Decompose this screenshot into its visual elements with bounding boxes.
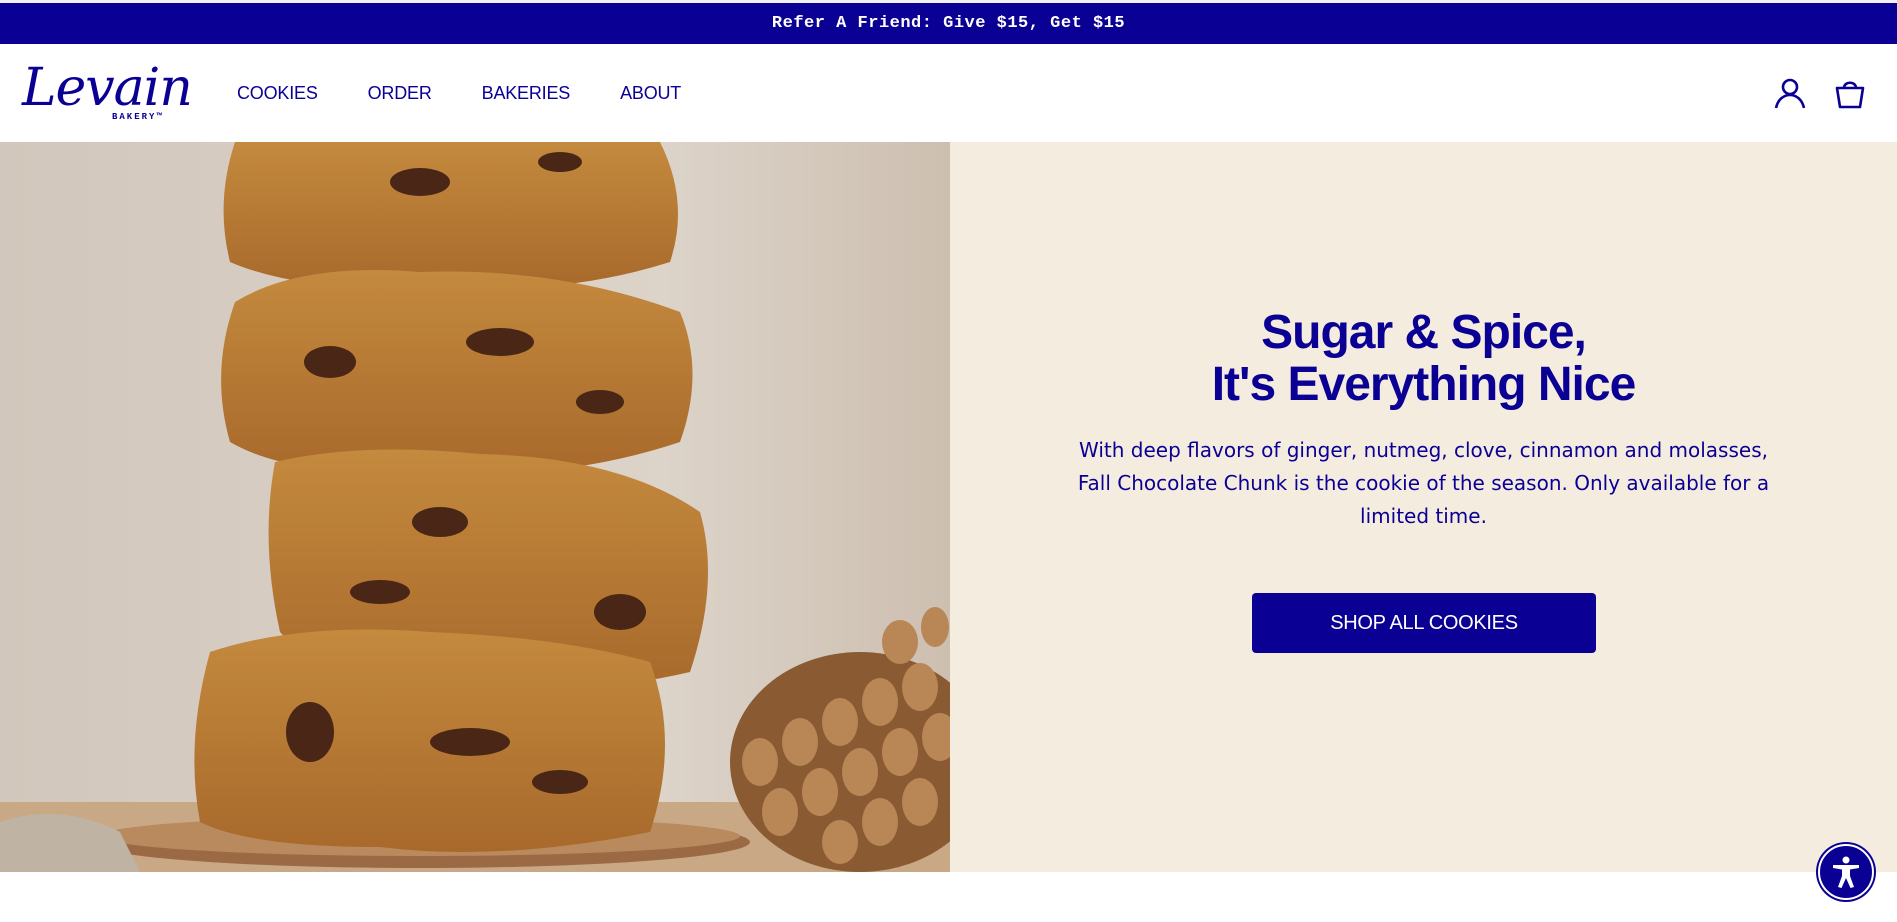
user-icon[interactable] [1773,76,1807,110]
promo-banner[interactable]: Refer A Friend: Give $15, Get $15 [0,0,1897,44]
hero-headline: Sugar & Spice, It's Everything Nice [950,307,1897,411]
hero-section: Sugar & Spice, It's Everything Nice With… [0,142,1897,872]
site-header: Levain BAKERY™ COOKIES ORDER BAKERIES AB… [0,44,1897,142]
nav-item-cookies[interactable]: COOKIES [237,83,318,104]
shopping-bag-icon[interactable] [1833,76,1867,110]
header-actions [1773,44,1867,142]
promo-text[interactable]: Refer A Friend: Give $15, Get $15 [772,14,1125,33]
accessibility-icon[interactable] [1818,844,1874,900]
hero-description: With deep flavors of ginger, nutmeg, clo… [1077,438,1770,528]
nav-item-bakeries[interactable]: BAKERIES [482,83,571,104]
logo-subtext: BAKERY™ [112,112,164,122]
hero-cookie-image [0,142,950,872]
headline-line-2: It's Everything Nice [1211,358,1637,411]
main-nav: COOKIES ORDER BAKERIES ABOUT [237,44,681,142]
nav-item-order[interactable]: ORDER [368,83,432,104]
shop-all-cookies-button[interactable]: SHOP ALL COOKIES [1252,593,1596,653]
hero-text-panel: Sugar & Spice, It's Everything Nice With… [950,142,1897,872]
headline-line-1: Sugar & Spice, [1261,306,1587,359]
nav-item-about[interactable]: ABOUT [620,83,681,104]
levain-logo[interactable]: Levain BAKERY™ [22,58,193,128]
logo-wordmark: Levain [22,58,193,118]
